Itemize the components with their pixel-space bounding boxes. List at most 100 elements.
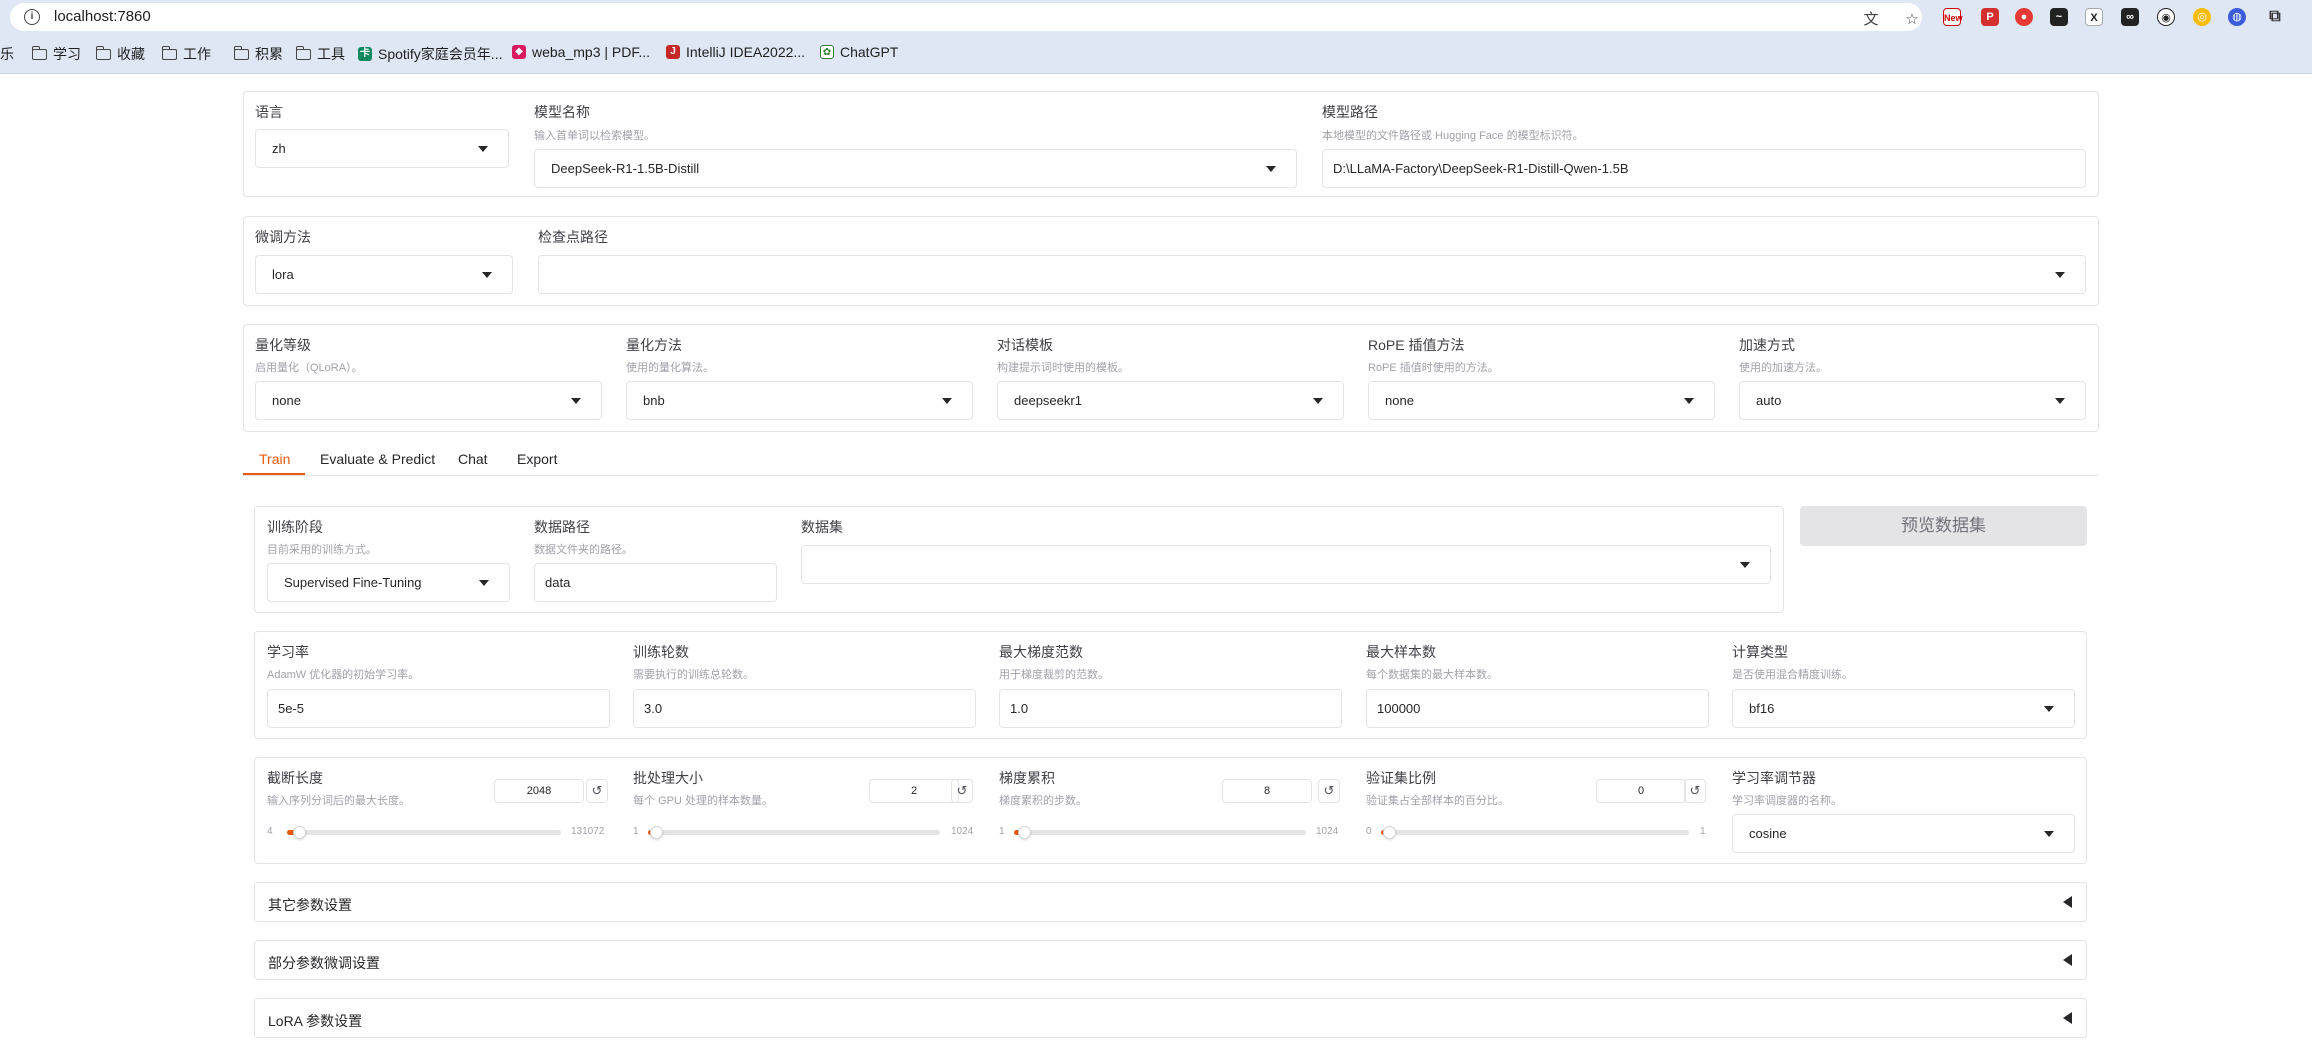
cutoff-len-min: 4 (267, 826, 273, 837)
tab-evaluate[interactable]: Evaluate & Predict (320, 451, 435, 467)
quant-method-hint: 使用的量化算法。 (626, 362, 714, 374)
extension-chart-icon[interactable]: ~ (2050, 8, 2068, 26)
quant-method-dropdown[interactable]: bnb (626, 381, 973, 420)
extension-adblock-icon[interactable]: ● (2015, 8, 2033, 26)
accel-dropdown[interactable]: auto (1739, 381, 2086, 420)
bookmark-folder-tools[interactable]: 工具 (295, 44, 345, 64)
cutoff-len-slider[interactable] (287, 826, 561, 839)
lr-input[interactable]: 5e-5 (267, 689, 610, 728)
quant-level-label: 量化等级 (255, 337, 311, 353)
bookmark-folder-collect[interactable]: 收藏 (95, 44, 145, 64)
tab-export[interactable]: Export (517, 451, 557, 467)
val-size-thumb[interactable] (1383, 826, 1396, 839)
cube-favicon-icon: ◆ (512, 45, 526, 59)
rope-label: RoPE 插值方法 (1368, 337, 1465, 353)
model-path-input[interactable]: D:\LLaMA-Factory\DeepSeek-R1-Distill-Qwe… (1322, 149, 2086, 188)
grad-accum-slider[interactable] (1014, 826, 1306, 839)
model-name-hint: 输入首单词以检索模型。 (534, 130, 655, 142)
data-dir-label: 数据路径 (534, 519, 590, 535)
accordion-freeze-settings[interactable]: 部分参数微调设置 (254, 940, 2087, 980)
accordion-extra-settings[interactable]: 其它参数设置 (254, 882, 2087, 922)
bookmark-folder-accumulate[interactable]: 积累 (233, 44, 283, 64)
scheduler-dropdown[interactable]: cosine (1732, 814, 2075, 853)
folder-icon (295, 45, 311, 60)
accordion-lora-settings[interactable]: LoRA 参数设置 (254, 998, 2087, 1038)
compute-type-dropdown[interactable]: bf16 (1732, 689, 2075, 728)
max-samples-input[interactable]: 100000 (1366, 689, 1709, 728)
val-size-reset-icon[interactable]: ↺ (1684, 779, 1706, 803)
site-info-icon[interactable]: i (24, 9, 40, 25)
extension-mask-icon[interactable]: ∞ (2121, 8, 2139, 26)
val-size-slider[interactable] (1381, 826, 1689, 839)
grad-accum-label: 梯度累积 (999, 770, 1055, 786)
grad-norm-input[interactable]: 1.0 (999, 689, 1342, 728)
bookmark-item[interactable]: 乐 (0, 44, 14, 64)
intellij-favicon-icon: J (666, 45, 680, 59)
bookmark-spotify[interactable]: 卡 Spotify家庭会员年... (358, 44, 502, 64)
template-label: 对话模板 (997, 337, 1053, 353)
model-name-dropdown[interactable]: DeepSeek-R1-1.5B-Distill (534, 149, 1297, 188)
grad-accum-thumb[interactable] (1018, 826, 1031, 839)
template-hint: 构建提示词时使用的模板。 (997, 362, 1129, 374)
extension-pdf-icon[interactable]: P (1981, 8, 1999, 26)
finetune-method-label: 微调方法 (255, 229, 311, 245)
dataset-dropdown[interactable] (801, 545, 1771, 584)
template-dropdown[interactable]: deepseekr1 (997, 381, 1344, 420)
finetune-method-dropdown[interactable]: lora (255, 255, 513, 294)
epochs-label: 训练轮数 (633, 644, 689, 660)
bookmark-weba[interactable]: ◆ weba_mp3 | PDF... (512, 44, 650, 60)
accordion-label: 其它参数设置 (268, 897, 352, 913)
bookmark-chatgpt[interactable]: ✿ ChatGPT (820, 44, 898, 60)
checkpoint-dropdown[interactable] (538, 255, 2086, 294)
epochs-hint: 需要执行的训练总轮数。 (633, 669, 754, 681)
batch-size-reset-icon[interactable]: ↺ (951, 779, 973, 803)
cutoff-len-number[interactable]: 2048 (494, 779, 584, 803)
stage-hint: 目前采用的训练方式。 (267, 544, 377, 556)
cutoff-len-hint: 输入序列分词后的最大长度。 (267, 795, 410, 807)
preview-dataset-button[interactable]: 预览数据集 (1800, 506, 2087, 546)
val-size-min: 0 (1366, 826, 1372, 837)
grad-accum-reset-icon[interactable]: ↺ (1318, 779, 1340, 803)
data-dir-hint: 数据文件夹的路径。 (534, 544, 633, 556)
cutoff-len-thumb[interactable] (293, 826, 306, 839)
model-name-label: 模型名称 (534, 104, 590, 120)
batch-size-slider[interactable] (648, 826, 940, 839)
stage-dropdown[interactable]: Supervised Fine-Tuning (267, 563, 510, 602)
val-size-number[interactable]: 0 (1596, 779, 1686, 803)
lang-dropdown[interactable]: zh (255, 129, 509, 168)
accordion-label: 部分参数微调设置 (268, 955, 380, 971)
tab-chat[interactable]: Chat (458, 451, 488, 467)
rope-hint: RoPE 插值时使用的方法。 (1368, 362, 1499, 374)
extension-globe-icon[interactable]: ◍ (2228, 8, 2246, 26)
extensions-puzzle-icon[interactable]: ⧉ (2266, 8, 2284, 26)
grad-accum-number[interactable]: 8 (1222, 779, 1312, 803)
url-field[interactable]: i localhost:7860 文 ☆ (10, 3, 1922, 31)
batch-size-number[interactable]: 2 (869, 779, 959, 803)
model-path-label: 模型路径 (1322, 104, 1378, 120)
bookmark-folder-study[interactable]: 学习 (31, 44, 81, 64)
extension-new-icon[interactable]: New (1943, 8, 1963, 26)
quant-level-dropdown[interactable]: none (255, 381, 602, 420)
bookmark-folder-work[interactable]: 工作 (161, 44, 211, 64)
batch-size-max: 1024 (951, 826, 974, 837)
cutoff-len-reset-icon[interactable]: ↺ (586, 779, 608, 803)
data-dir-input[interactable]: data (534, 563, 777, 602)
bookmark-intellij[interactable]: J IntelliJ IDEA2022... (666, 44, 805, 60)
bookmark-star-icon[interactable]: ☆ (1901, 10, 1923, 30)
extension-chrome-icon[interactable]: ◎ (2193, 8, 2211, 26)
batch-size-thumb[interactable] (650, 826, 663, 839)
extension-x-icon[interactable]: X (2085, 8, 2103, 26)
spotify-favicon-icon: 卡 (358, 47, 372, 61)
tab-train[interactable]: Train (259, 451, 290, 467)
translate-icon[interactable]: 文 (1860, 10, 1882, 30)
extension-github-icon[interactable]: ◉ (2157, 8, 2175, 26)
cutoff-len-label: 截断长度 (267, 770, 323, 786)
epochs-input[interactable]: 3.0 (633, 689, 976, 728)
lang-label: 语言 (255, 104, 283, 120)
folder-icon (31, 45, 47, 60)
accel-hint: 使用的加速方法。 (1739, 362, 1827, 374)
compute-type-hint: 是否使用混合精度训练。 (1732, 669, 1853, 681)
max-samples-label: 最大样本数 (1366, 644, 1436, 660)
rope-dropdown[interactable]: none (1368, 381, 1715, 420)
batch-size-min: 1 (633, 826, 639, 837)
